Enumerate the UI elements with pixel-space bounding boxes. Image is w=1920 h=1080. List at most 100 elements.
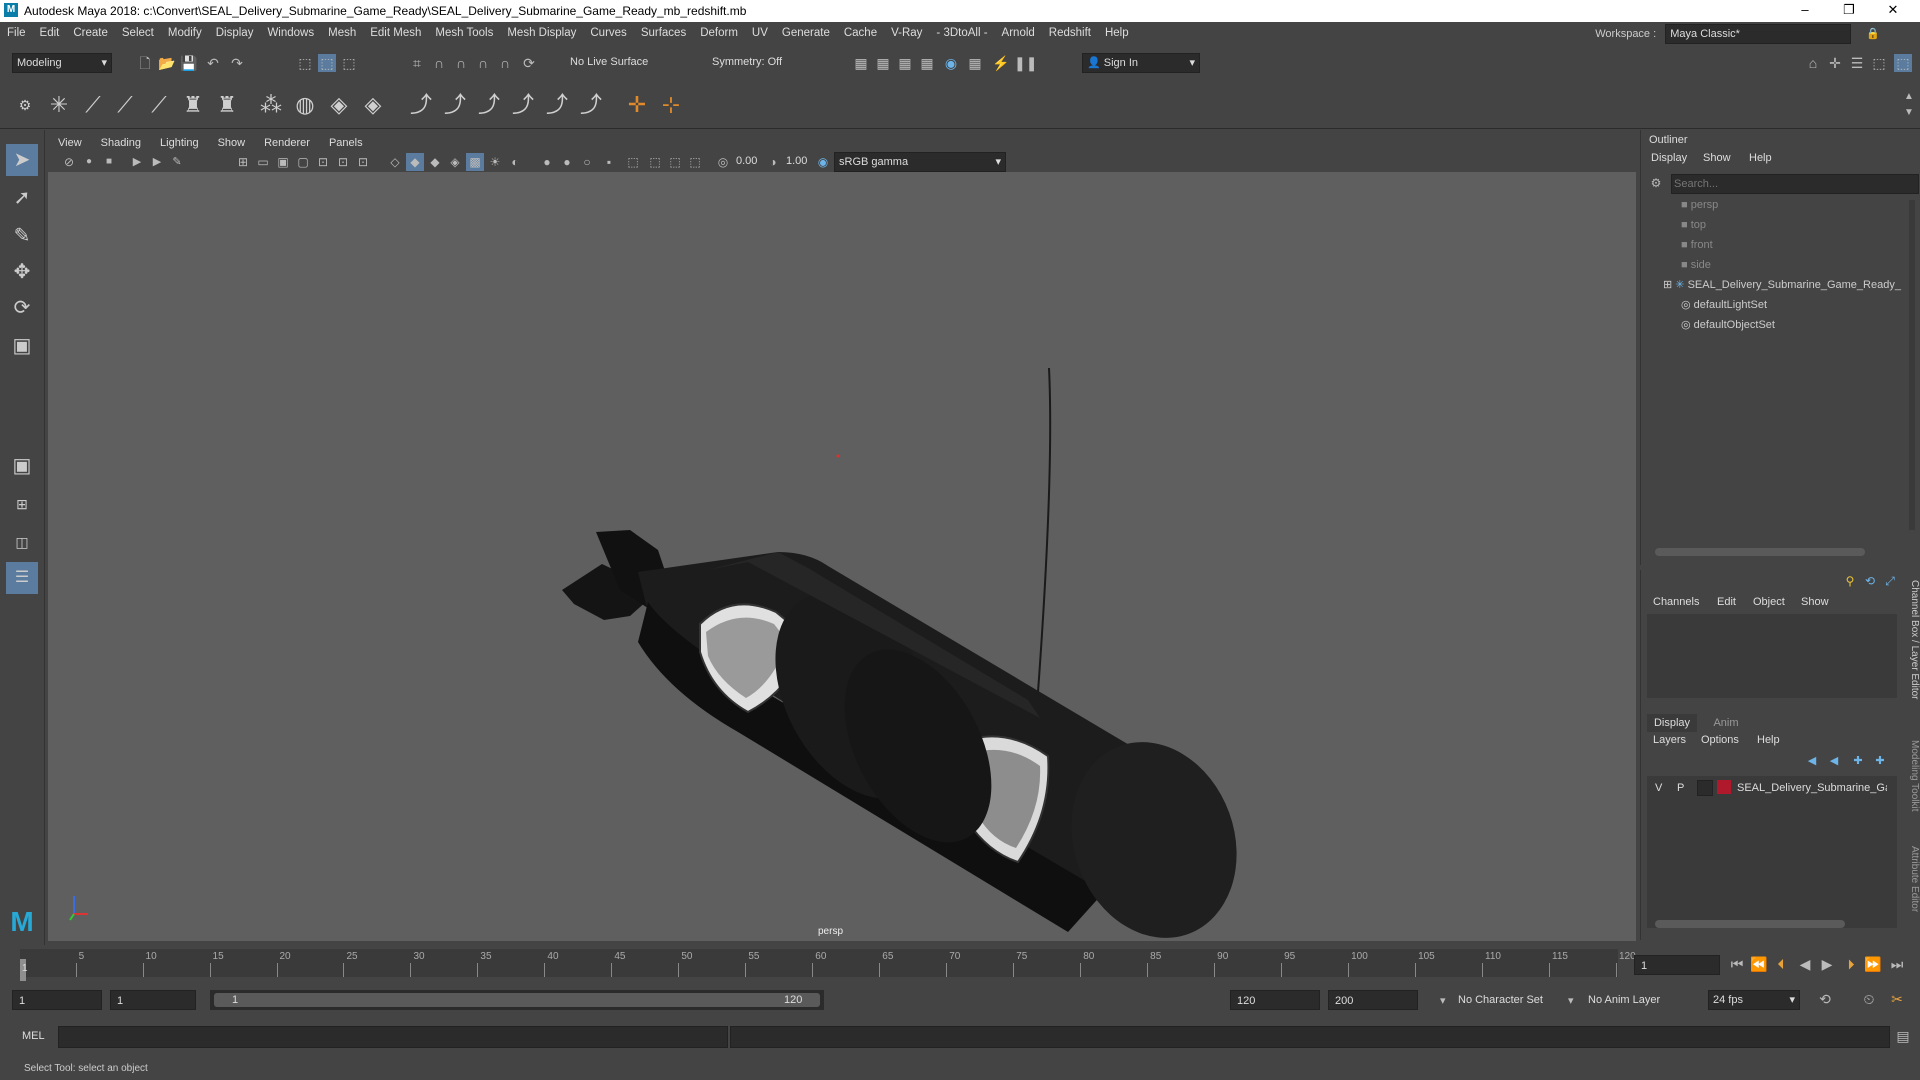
textured-icon[interactable]: ▩	[466, 153, 484, 171]
outliner-menu-display[interactable]: Display	[1651, 152, 1687, 164]
outliner-item-submarine[interactable]: ⊞ ✳ SEAL_Delivery_Submarine_Game_Ready_	[1663, 276, 1901, 294]
menu-help[interactable]: Help	[1098, 22, 1136, 44]
menu-surfaces[interactable]: Surfaces	[634, 22, 693, 44]
lasso-tool-icon[interactable]: ➚	[6, 182, 38, 214]
sign-in-button[interactable]: 👤 Sign In ▾	[1082, 53, 1200, 73]
outliner-item-default-light-set[interactable]: ◎ defaultLightSet	[1681, 296, 1767, 314]
character-controls-icon[interactable]: ✛	[1826, 54, 1844, 72]
safe-action-icon[interactable]: ⊡	[334, 153, 352, 171]
move-layer-up-icon[interactable]: ◀	[1803, 752, 1821, 770]
step-forward-key-icon[interactable]: ⏩	[1864, 955, 1882, 973]
viewport-menu-show[interactable]: Show	[208, 134, 255, 152]
quick-rig-icon[interactable]: ♜	[212, 90, 242, 120]
rotate-tool-icon[interactable]: ⟳	[6, 292, 38, 324]
animation-preferences-icon[interactable]: ✂	[1888, 990, 1906, 1008]
outliner-layout-icon[interactable]: ☰	[6, 562, 38, 594]
auto-key-icon[interactable]: ⏲	[1860, 990, 1878, 1008]
snap-vertex-icon[interactable]: ⟳	[520, 54, 538, 72]
outliner-menu-show[interactable]: Show	[1703, 152, 1731, 164]
paint-select-tool-icon[interactable]: ✎	[6, 220, 38, 252]
step-forward-frame-icon[interactable]: ⏵	[1842, 955, 1860, 973]
channel-box-refresh-icon[interactable]: ⟲	[1861, 572, 1879, 590]
tab-display[interactable]: Display	[1647, 714, 1697, 732]
ambient-occlusion-icon[interactable]: ●	[538, 153, 556, 171]
xray-icon[interactable]: ⬚	[646, 153, 664, 171]
lock-icon[interactable]: 🔒	[1866, 28, 1880, 40]
smooth-shade-icon[interactable]: ◆	[406, 153, 424, 171]
viewport-perspective[interactable]: persp	[48, 172, 1636, 941]
outliner-item-front[interactable]: ■ front	[1681, 236, 1713, 254]
new-scene-icon[interactable]: 🗋	[136, 54, 154, 72]
menu-select[interactable]: Select	[115, 22, 161, 44]
menu-edit[interactable]: Edit	[33, 22, 67, 44]
menu-mesh-display[interactable]: Mesh Display	[500, 22, 583, 44]
color-space-dropdown[interactable]: sRGB gamma ▾	[834, 152, 1006, 172]
scale-tool-icon[interactable]: ▣	[6, 330, 38, 362]
step-back-key-icon[interactable]: ⏪	[1750, 955, 1768, 973]
menu-mesh-tools[interactable]: Mesh Tools	[428, 22, 500, 44]
parent-constraint-icon[interactable]: ⤴	[406, 90, 436, 120]
show-menu[interactable]: Show	[1801, 596, 1829, 608]
depth-of-field-icon[interactable]: ▪	[600, 153, 618, 171]
shelf-options-icon[interactable]: ⚙	[10, 90, 40, 120]
layer-playback-toggle[interactable]: P	[1677, 782, 1684, 794]
exposure-value[interactable]: 0.00	[736, 155, 757, 167]
outliner-item-side[interactable]: ■ side	[1681, 256, 1711, 274]
two-d-pan-icon[interactable]: ▶	[148, 153, 166, 171]
cluster-icon[interactable]: ⁂	[256, 90, 286, 120]
playback-end-field[interactable]: 120	[1230, 990, 1320, 1010]
script-editor-icon[interactable]: ▤	[1894, 1027, 1912, 1045]
go-to-start-icon[interactable]: ⏮	[1728, 955, 1746, 973]
blend-shape-icon[interactable]: ◈	[358, 90, 388, 120]
layers-menu[interactable]: Layers	[1653, 734, 1686, 746]
edit-menu[interactable]: Edit	[1717, 596, 1736, 608]
viewport-menu-renderer[interactable]: Renderer	[254, 134, 319, 152]
layer-reference-toggle[interactable]	[1697, 780, 1713, 796]
chevron-down-icon[interactable]: ▾	[1440, 994, 1446, 1007]
grease-pencil-icon[interactable]: ✎	[168, 153, 186, 171]
fps-dropdown[interactable]: 24 fps ▾	[1708, 990, 1800, 1010]
options-menu[interactable]: Options	[1701, 734, 1739, 746]
outliner-item-top[interactable]: ■ top	[1681, 216, 1706, 234]
new-layer-selected-icon[interactable]: ✚	[1871, 752, 1889, 770]
menu-create[interactable]: Create	[66, 22, 115, 44]
time-slider[interactable]: 1 5 10 15 20 25 30 35 40 45 50 55 60 65 70 75 80 85 90 95 1…	[0, 945, 1920, 985]
object-menu[interactable]: Object	[1753, 596, 1785, 608]
viewport-menu-lighting[interactable]: Lighting	[150, 134, 208, 152]
ik-spline-icon[interactable]: ⟋	[110, 90, 140, 120]
channel-box-icon[interactable]: ⬚	[1894, 54, 1912, 72]
menu-generate[interactable]: Generate	[775, 22, 837, 44]
use-default-material-icon[interactable]: ◆	[426, 153, 444, 171]
xray-joints-icon[interactable]: ⬚	[666, 153, 684, 171]
attribute-editor-icon[interactable]: ☰	[1848, 54, 1866, 72]
menu-vray[interactable]: V-Ray	[884, 22, 929, 44]
outliner-horizontal-scrollbar[interactable]	[1655, 548, 1865, 556]
outliner-item-default-object-set[interactable]: ◎ defaultObjectSet	[1681, 316, 1775, 334]
minimize-button[interactable]: –	[1790, 2, 1820, 17]
viewport-menu-view[interactable]: View	[48, 134, 91, 152]
render-icon[interactable]: ▦	[852, 54, 870, 72]
snap-view-icon[interactable]: ∩	[474, 54, 492, 72]
modeling-toolkit-icon[interactable]: ⌂	[1804, 54, 1822, 72]
two-view-layout-icon[interactable]: ◫	[6, 526, 38, 558]
render-view-icon[interactable]: ▦	[966, 54, 984, 72]
gate-mask-icon[interactable]: ▢	[294, 153, 312, 171]
layer-visibility-toggle[interactable]: V	[1655, 782, 1662, 794]
redshift-icon[interactable]: ⚡	[992, 54, 1010, 72]
menu-edit-mesh[interactable]: Edit Mesh	[363, 22, 428, 44]
tab-anim[interactable]: Anim	[1701, 714, 1751, 732]
live-surface-field[interactable]: No Live Surface	[566, 53, 670, 71]
image-plane-icon[interactable]: ▶	[128, 153, 146, 171]
command-input[interactable]	[58, 1026, 728, 1048]
wireframe-on-shaded-icon[interactable]: ◈	[446, 153, 464, 171]
close-button[interactable]: ✕	[1878, 2, 1908, 18]
playback-start-field[interactable]: 1	[110, 990, 196, 1010]
snap-surface-icon[interactable]: ∩	[496, 54, 514, 72]
anim-layer-dropdown[interactable]: No Anim Layer	[1588, 994, 1660, 1006]
select-hierarchy-icon[interactable]: ⬚	[296, 54, 314, 72]
viewport-menu-panels[interactable]: Panels	[319, 134, 372, 152]
channel-box-expand-icon[interactable]: ⤢	[1881, 572, 1899, 590]
play-forward-icon[interactable]: ▶	[1818, 955, 1836, 973]
layer-help-menu[interactable]: Help	[1757, 734, 1780, 746]
orient-constraint-icon[interactable]: ⤴	[474, 90, 504, 120]
